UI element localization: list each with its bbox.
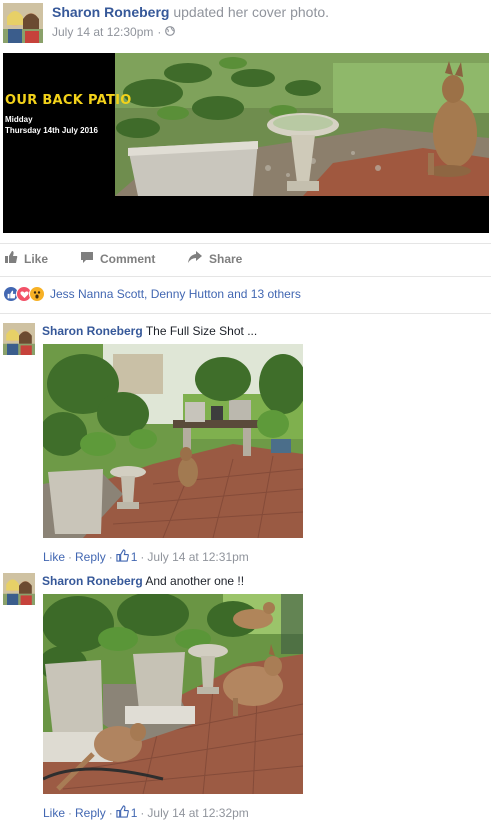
- comment-text: And another one !!: [145, 574, 245, 588]
- cover-subtitle-line1: Midday: [5, 115, 33, 124]
- divider: [0, 313, 491, 314]
- divider: [0, 243, 491, 244]
- cover-subtitle: Midday Thursday 14th July 2016: [5, 114, 132, 136]
- comment-button[interactable]: Comment: [80, 250, 155, 267]
- comment-author-name[interactable]: Sharon Roneberg: [42, 324, 143, 338]
- author-avatar[interactable]: [3, 3, 43, 43]
- comment-text: The Full Size Shot ...: [145, 324, 258, 338]
- cover-subtitle-line2: Thursday 14th July 2016: [5, 126, 98, 135]
- comment-reply-link[interactable]: Reply: [75, 806, 106, 820]
- comment-label: Comment: [100, 251, 156, 266]
- post-timestamp[interactable]: July 14 at 12:30pm: [52, 25, 153, 39]
- cover-photo[interactable]: OUR BACK PATIO Midday Thursday 14th July…: [3, 53, 489, 233]
- comment-author-avatar[interactable]: [3, 573, 35, 605]
- comment-like-count[interactable]: 1: [116, 549, 138, 565]
- share-arrow-icon: [187, 250, 203, 267]
- share-label: Share: [209, 251, 243, 266]
- post-header: Sharon Roneberg updated her cover photo.…: [0, 0, 491, 50]
- like-button[interactable]: Like: [4, 250, 48, 267]
- comment-timestamp[interactable]: July 14 at 12:31pm: [147, 550, 248, 564]
- comment-icon: [80, 250, 94, 267]
- divider: [0, 276, 491, 277]
- post-action-bar: Like Comment Share: [0, 246, 491, 274]
- comment-like-number: 1: [130, 806, 138, 820]
- comment-body: Sharon Roneberg The Full Size Shot ...: [42, 324, 257, 338]
- share-button[interactable]: Share: [187, 250, 242, 267]
- comment-actions: Like · Reply · 1 · July 14 at 12:32pm: [43, 805, 249, 821]
- comment-author-name[interactable]: Sharon Roneberg: [42, 574, 143, 588]
- cover-title: OUR BACK PATIO: [5, 93, 132, 108]
- thumbs-up-icon: [116, 549, 129, 565]
- comment-author-avatar[interactable]: [3, 323, 35, 355]
- globe-icon: [165, 25, 176, 39]
- post-meta: July 14 at 12:30pm ·: [52, 25, 176, 39]
- comment-photo[interactable]: [43, 344, 303, 538]
- comment-like-link[interactable]: Like: [43, 806, 65, 820]
- comment-timestamp[interactable]: July 14 at 12:32pm: [147, 806, 248, 820]
- reactions-summary[interactable]: Jess Nanna Scott, Denny Hutton and 13 ot…: [3, 285, 301, 303]
- comment-like-link[interactable]: Like: [43, 550, 65, 564]
- comment-like-count[interactable]: 1: [116, 805, 138, 821]
- reaction-names[interactable]: Jess Nanna Scott, Denny Hutton and 13 ot…: [50, 287, 301, 301]
- comment-actions: Like · Reply · 1 · July 14 at 12:31pm: [43, 549, 249, 565]
- comment-photo[interactable]: [43, 594, 303, 794]
- thumbs-up-icon: [116, 805, 129, 821]
- post-title: Sharon Roneberg updated her cover photo.: [52, 4, 329, 20]
- thumbs-up-icon: [4, 250, 18, 267]
- comment-body: Sharon Roneberg And another one !!: [42, 574, 244, 588]
- like-label: Like: [24, 251, 49, 266]
- comment-like-number: 1: [130, 550, 138, 564]
- wow-reaction-icon: [29, 286, 45, 302]
- cover-caption: OUR BACK PATIO Midday Thursday 14th July…: [5, 93, 132, 136]
- post-action-text: updated her cover photo.: [173, 4, 330, 20]
- comment-reply-link[interactable]: Reply: [75, 550, 106, 564]
- post-author-name[interactable]: Sharon Roneberg: [52, 4, 169, 20]
